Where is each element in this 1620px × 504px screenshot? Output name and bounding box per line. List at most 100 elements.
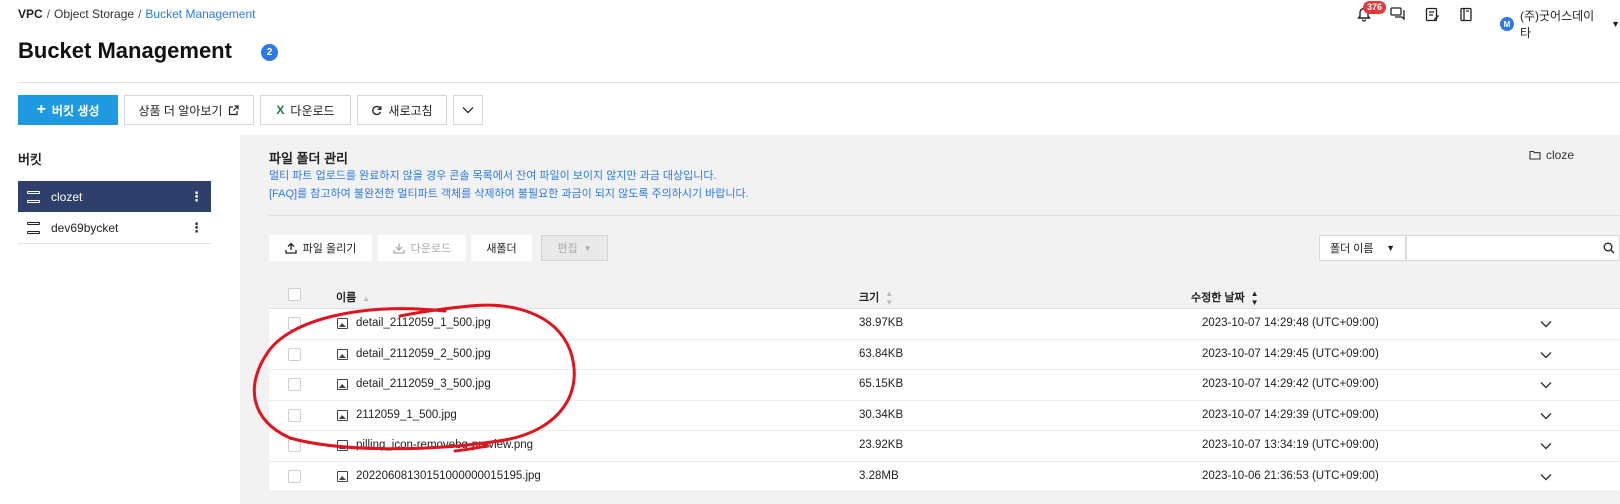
file-name[interactable]: detail_2112059_2_500.jpg — [356, 348, 491, 360]
refresh-icon — [372, 105, 382, 115]
notification-bell-icon[interactable]: 376 — [1355, 1, 1387, 23]
image-file-icon — [337, 409, 348, 421]
file-name[interactable]: pilling_icon-removebg-preview.png — [356, 439, 533, 451]
bucket-name: clozet — [51, 189, 83, 204]
breadcrumb-object-storage[interactable]: Object Storage — [54, 7, 134, 21]
row-checkbox[interactable] — [288, 408, 301, 422]
upload-file-button[interactable]: 파일 올리기 — [269, 235, 372, 261]
search-field-select[interactable]: 폴더 이름 ▼ — [1319, 235, 1406, 261]
select-all-checkbox[interactable] — [288, 288, 301, 301]
folder-icon — [1529, 150, 1541, 160]
row-checkbox[interactable] — [288, 469, 301, 483]
table-header: 이름 ▲ 크기 ▲ ▼ 수정한 날짜 ▲ ▼ — [269, 281, 1620, 309]
image-file-icon — [337, 348, 348, 360]
search-icon[interactable] — [1603, 242, 1615, 254]
breadcrumb-bucket-management[interactable]: Bucket Management — [145, 7, 255, 21]
chevron-down-icon — [462, 107, 474, 114]
kebab-menu-icon[interactable]: ⋮ — [190, 189, 203, 205]
new-folder-label: 새폴더 — [486, 243, 517, 255]
row-checkbox[interactable] — [288, 347, 301, 361]
chevron-down-icon[interactable] — [1539, 378, 1553, 392]
toolbar: + 버킷 생성 상품 더 알아보기 X 다운로드 새로고침 — [18, 95, 489, 125]
panel-title: 파일 폴더 관리 — [269, 151, 348, 166]
external-link-icon — [229, 104, 240, 115]
help-badge[interactable]: 2 — [261, 44, 278, 61]
header-actions: 376 — [1355, 1, 1491, 23]
caret-down-icon: ▼ — [1386, 243, 1395, 253]
book-icon[interactable] — [1457, 5, 1475, 23]
more-actions-button[interactable] — [453, 95, 483, 125]
column-size-header[interactable]: 크기 ▲ ▼ — [859, 289, 893, 307]
edit-dropdown[interactable]: 편집 ▼ — [541, 235, 608, 261]
image-file-icon — [337, 318, 348, 329]
upload-icon — [285, 242, 297, 254]
table-row[interactable]: pilling_icon-removebg-preview.png 23.92K… — [269, 431, 1620, 462]
file-size: 3.28MB — [859, 469, 899, 482]
create-bucket-label: 버킷 생성 — [51, 103, 100, 118]
image-file-icon — [337, 440, 348, 451]
edit-document-icon[interactable] — [1423, 5, 1441, 23]
file-name[interactable]: 20220608130151000000015195.jpg — [356, 470, 541, 482]
bucket-icon — [27, 222, 40, 234]
table-row[interactable]: detail_2112059_2_500.jpg 63.84KB 2023-10… — [269, 339, 1620, 370]
kebab-menu-icon[interactable]: ⋮ — [190, 220, 203, 236]
chevron-down-icon[interactable] — [1539, 439, 1553, 453]
current-folder-name: cloze — [1546, 148, 1575, 162]
caret-down-icon: ▼ — [583, 243, 592, 253]
bucket-icon — [27, 190, 40, 203]
create-bucket-button[interactable]: + 버킷 생성 — [18, 95, 118, 125]
file-size: 63.84KB — [859, 347, 904, 360]
caret-down-icon: ▼ — [1611, 19, 1620, 29]
excel-icon: X — [276, 103, 285, 117]
chevron-down-icon[interactable] — [1539, 348, 1553, 362]
top-bar: VPC / Object Storage / Bucket Management… — [0, 0, 1620, 40]
chevron-down-icon[interactable] — [1539, 317, 1553, 331]
file-name[interactable]: detail_2112059_3_500.jpg — [356, 378, 491, 390]
column-modified-header[interactable]: 수정한 날짜 ▲ ▼ — [1191, 289, 1259, 307]
bucket-item-dev69bycket[interactable]: dev69bycket ⋮ — [18, 213, 211, 244]
file-modified: 2023-10-07 14:29:45 (UTC+09:00) — [1202, 347, 1379, 360]
file-name[interactable]: detail_2112059_1_500.jpg — [356, 317, 491, 329]
bucket-item-clozet[interactable]: clozet ⋮ — [18, 181, 211, 212]
image-file-icon — [337, 379, 348, 390]
row-checkbox[interactable] — [288, 317, 301, 330]
search-input[interactable] — [1406, 235, 1620, 261]
search-field-label: 폴더 이름 — [1330, 243, 1374, 255]
breadcrumb-separator: / — [46, 7, 51, 21]
download-label: 다운로드 — [410, 243, 452, 255]
column-name-header[interactable]: 이름 ▲ — [336, 289, 370, 305]
table-row[interactable]: 20220608130151000000015195.jpg 3.28MB 20… — [269, 461, 1620, 492]
file-size: 65.15KB — [859, 378, 904, 390]
bucket-list-panel: 버킷 clozet ⋮ dev69bycket ⋮ — [0, 135, 240, 504]
chat-icon[interactable] — [1389, 5, 1407, 23]
file-size: 30.34KB — [859, 408, 904, 421]
sort-down-icon: ▲ ▼ — [1250, 289, 1259, 308]
file-modified: 2023-10-06 21:36:53 (UTC+09:00) — [1202, 469, 1379, 482]
table-row[interactable]: detail_2112059_1_500.jpg 38.97KB 2023-10… — [269, 309, 1620, 340]
divider — [269, 215, 1620, 216]
sort-up-icon: ▲ — [362, 293, 371, 303]
download-excel-button[interactable]: X 다운로드 — [260, 95, 351, 125]
plus-icon: + — [36, 101, 46, 118]
breadcrumb-vpc[interactable]: VPC — [18, 7, 43, 21]
chevron-down-icon[interactable] — [1539, 470, 1553, 484]
current-folder: cloze — [1529, 148, 1574, 162]
divider — [18, 82, 1620, 83]
file-size: 23.92KB — [859, 439, 904, 451]
file-modified: 2023-10-07 14:29:42 (UTC+09:00) — [1202, 378, 1379, 390]
file-name[interactable]: 2112059_1_500.jpg — [356, 409, 457, 421]
table-row[interactable]: detail_2112059_3_500.jpg 65.15KB 2023-10… — [269, 370, 1620, 401]
user-menu[interactable]: M (주)굿어스데이타 ▼ — [1500, 7, 1620, 41]
learn-more-button[interactable]: 상품 더 알아보기 — [124, 95, 254, 125]
file-modified: 2023-10-07 13:34:19 (UTC+09:00) — [1202, 439, 1379, 451]
refresh-button[interactable]: 새로고침 — [357, 95, 447, 125]
bucket-list-title: 버킷 — [18, 152, 42, 167]
table-row[interactable]: 2112059_1_500.jpg 30.34KB 2023-10-07 14:… — [269, 400, 1620, 431]
refresh-label: 새로고침 — [388, 103, 433, 118]
chevron-down-icon[interactable] — [1539, 409, 1553, 423]
new-folder-button[interactable]: 새폴더 — [471, 235, 532, 261]
row-checkbox[interactable] — [288, 439, 301, 452]
row-checkbox[interactable] — [288, 378, 301, 391]
faq-notice[interactable]: [FAQ]를 참고하여 불완전한 멀티파트 객체를 삭제하여 불필요한 과금이 … — [269, 185, 749, 201]
download-file-button[interactable]: 다운로드 — [378, 235, 466, 261]
